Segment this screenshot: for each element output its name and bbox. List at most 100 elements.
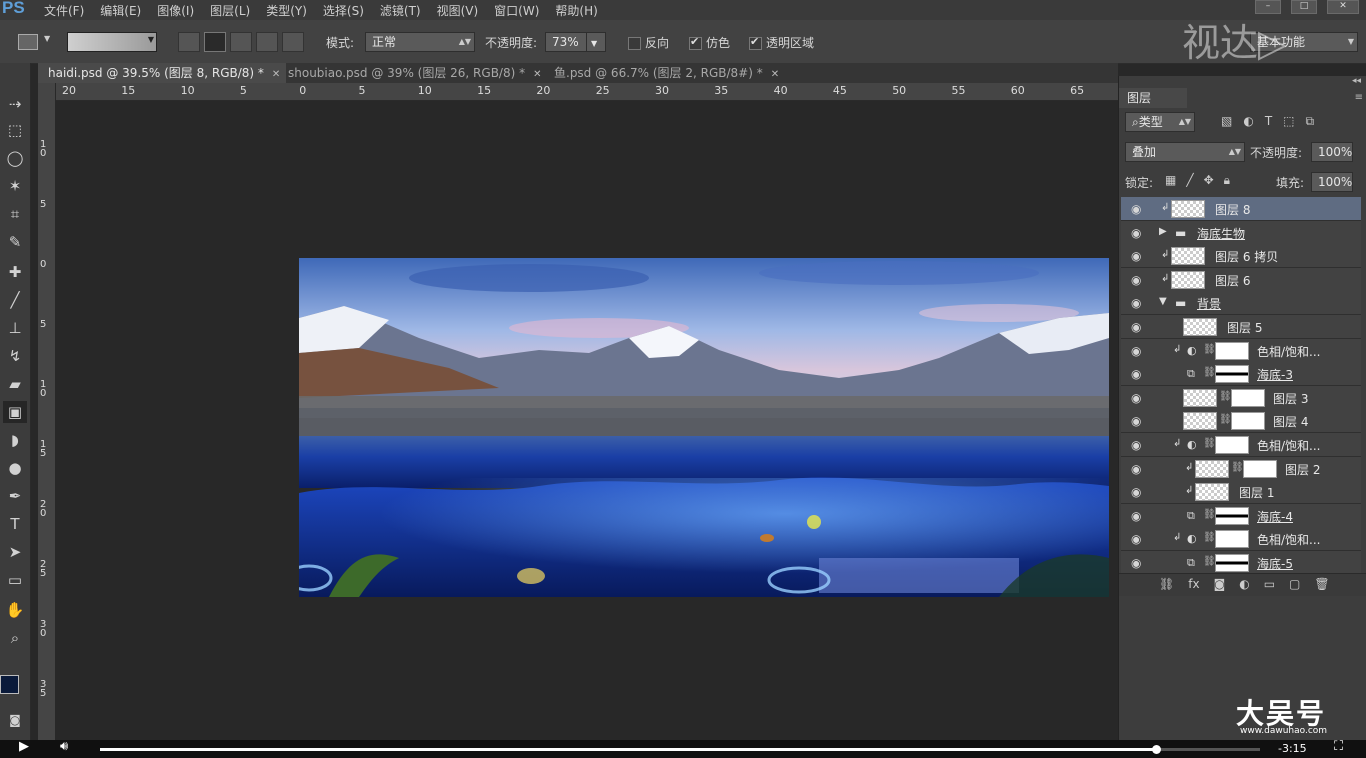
brush-tool-icon[interactable]: ╱: [3, 289, 27, 311]
mode-select[interactable]: 正常 ▲▼: [365, 32, 475, 52]
mask-thumbnail[interactable]: [1231, 412, 1265, 431]
eye-icon[interactable]: ◉: [1131, 273, 1143, 287]
layer-row[interactable]: ◉ ↲ 图层 6: [1121, 267, 1361, 292]
eye-icon[interactable]: ◉: [1131, 391, 1143, 405]
menu-item-0[interactable]: 文件(F): [44, 2, 84, 19]
blur-tool-icon[interactable]: ◗: [3, 429, 27, 451]
path-select-icon[interactable]: ➤: [3, 541, 27, 563]
layer-thumbnail[interactable]: [1183, 318, 1217, 336]
layer-row[interactable]: ◉ ↲ 图层 1: [1121, 480, 1361, 505]
new-group-icon[interactable]: ▭: [1264, 577, 1275, 591]
foreground-color-swatch[interactable]: [0, 675, 19, 694]
diamond-gradient-icon[interactable]: [282, 32, 304, 52]
close-icon[interactable]: ✕: [771, 69, 779, 80]
fx-icon[interactable]: fx: [1188, 577, 1199, 591]
eye-icon[interactable]: ◉: [1131, 414, 1143, 428]
menu-item-8[interactable]: 窗口(W): [494, 2, 539, 19]
new-layer-icon[interactable]: ▢: [1289, 577, 1300, 591]
hand-tool-icon[interactable]: ✋: [3, 599, 27, 621]
menu-item-3[interactable]: 图层(L): [210, 2, 250, 19]
layer-row[interactable]: ◉ ↲ 图层 8: [1121, 197, 1361, 221]
shape-filter-icon[interactable]: ⬚: [1283, 114, 1294, 129]
layer-row[interactable]: ◉ ⛓ 图层 3: [1121, 385, 1361, 410]
panel-collapse-icon[interactable]: ◂◂: [1352, 76, 1361, 86]
eye-icon[interactable]: ◉: [1131, 438, 1143, 452]
eye-icon[interactable]: ◉: [1131, 320, 1143, 334]
eraser-tool-icon[interactable]: ▰: [3, 373, 27, 395]
new-adjustment-icon[interactable]: ◐: [1239, 577, 1249, 591]
maximize-button[interactable]: □: [1291, 0, 1317, 14]
lock-transparent-icon[interactable]: ▦: [1165, 173, 1176, 188]
layer-thumbnail[interactable]: [1195, 483, 1229, 502]
layer-thumbnail[interactable]: [1183, 412, 1217, 431]
gradient-tool-icon[interactable]: ▣: [3, 401, 27, 423]
crop-tool-icon[interactable]: ⌗: [3, 203, 27, 225]
type-tool-icon[interactable]: T: [3, 513, 27, 535]
mask-thumbnail[interactable]: [1243, 459, 1277, 478]
menu-item-2[interactable]: 图像(I): [157, 2, 194, 19]
linear-gradient-icon[interactable]: [178, 32, 200, 52]
type-filter-icon[interactable]: T: [1265, 114, 1272, 129]
dither-checkbox[interactable]: 仿色: [689, 34, 730, 51]
eye-icon[interactable]: ◉: [1131, 462, 1143, 476]
gradient-picker[interactable]: ▼: [67, 32, 157, 52]
eye-icon[interactable]: ◉: [1131, 367, 1143, 381]
mask-thumbnail[interactable]: [1215, 365, 1249, 384]
layer-row[interactable]: ◉ ⧉ ⛓ 海底-5: [1121, 551, 1361, 573]
eye-icon[interactable]: ◉: [1131, 485, 1143, 499]
healing-brush-icon[interactable]: ✚: [3, 261, 27, 283]
fill-input[interactable]: 100%: [1311, 172, 1353, 192]
progress-track[interactable]: [100, 745, 1260, 754]
layer-row[interactable]: ◉ ⧉ ⛓ 海底-4: [1121, 503, 1361, 528]
layer-row[interactable]: ◉ ⧉ ⛓ 海底-3: [1121, 362, 1361, 387]
layer-opacity-input[interactable]: 100%: [1311, 142, 1353, 162]
mask-thumbnail[interactable]: [1215, 341, 1249, 360]
menu-item-7[interactable]: 视图(V): [437, 2, 479, 19]
menu-item-5[interactable]: 选择(S): [323, 2, 364, 19]
mask-thumbnail[interactable]: [1215, 530, 1249, 549]
layer-thumbnail[interactable]: [1171, 200, 1205, 218]
chevron-right-icon[interactable]: ▶: [1159, 226, 1167, 237]
reflected-gradient-icon[interactable]: [256, 32, 278, 52]
transparency-checkbox[interactable]: 透明区域: [749, 34, 814, 51]
mask-thumbnail[interactable]: [1215, 506, 1249, 525]
shape-tool-icon[interactable]: ▭: [3, 569, 27, 591]
layer-row[interactable]: ◉ ↲ ◐ ⛓ 色相/饱和...: [1121, 527, 1361, 552]
progress-knob[interactable]: [1151, 745, 1161, 754]
mask-thumbnail[interactable]: [1215, 436, 1249, 454]
layer-thumbnail[interactable]: [1195, 459, 1229, 478]
reverse-checkbox[interactable]: 反向: [628, 34, 669, 51]
delete-layer-icon[interactable]: 🗑︎: [1314, 577, 1329, 591]
layer-row[interactable]: ◉ ↲ ◐ ⛓ 色相/饱和...: [1121, 433, 1361, 457]
opacity-input[interactable]: 73%: [545, 32, 589, 52]
lock-all-icon[interactable]: 🔒︎: [1224, 173, 1230, 188]
zoom-tool-icon[interactable]: ⌕: [3, 627, 27, 649]
volume-icon[interactable]: 🔊︎: [60, 739, 68, 754]
close-window-button[interactable]: ✕: [1327, 0, 1359, 14]
history-brush-icon[interactable]: ↯: [3, 345, 27, 367]
chevron-down-icon[interactable]: ▼: [44, 34, 50, 43]
eye-icon[interactable]: ◉: [1131, 249, 1143, 263]
chevron-down-icon[interactable]: ▼: [1159, 296, 1167, 307]
mask-thumbnail[interactable]: [1215, 554, 1249, 572]
layer-row[interactable]: ◉ ⛓ 图层 4: [1121, 409, 1361, 434]
eye-icon[interactable]: ◉: [1131, 556, 1143, 570]
menu-item-6[interactable]: 滤镜(T): [380, 2, 421, 19]
menu-item-9[interactable]: 帮助(H): [555, 2, 597, 19]
layer-thumbnail[interactable]: [1171, 247, 1205, 266]
eyedropper-icon[interactable]: ✎: [3, 231, 27, 253]
layer-thumbnail[interactable]: [1171, 270, 1205, 289]
tab-shoubiao[interactable]: shoubiao.psd @ 39% (图层 26, RGB/8) * ✕: [278, 63, 550, 83]
opacity-dropdown[interactable]: ▼: [586, 32, 606, 52]
eye-icon[interactable]: ◉: [1131, 202, 1143, 216]
pen-tool-icon[interactable]: ✒: [3, 485, 27, 507]
tab-haidi[interactable]: haidi.psd @ 39.5% (图层 8, RGB/8) * ✕: [38, 63, 286, 83]
eye-icon[interactable]: ◉: [1131, 226, 1143, 240]
link-layers-icon[interactable]: ⛓: [1159, 577, 1174, 591]
eye-icon[interactable]: ◉: [1131, 532, 1143, 546]
tab-fish[interactable]: 鱼.psd @ 66.7% (图层 2, RGB/8#) * ✕: [544, 63, 790, 83]
layer-row[interactable]: ◉ 图层 5: [1121, 315, 1361, 339]
menu-item-4[interactable]: 类型(Y): [266, 2, 307, 19]
panel-menu-icon[interactable]: ≡: [1355, 92, 1363, 103]
marquee-tool-icon[interactable]: ⬚: [3, 119, 27, 141]
